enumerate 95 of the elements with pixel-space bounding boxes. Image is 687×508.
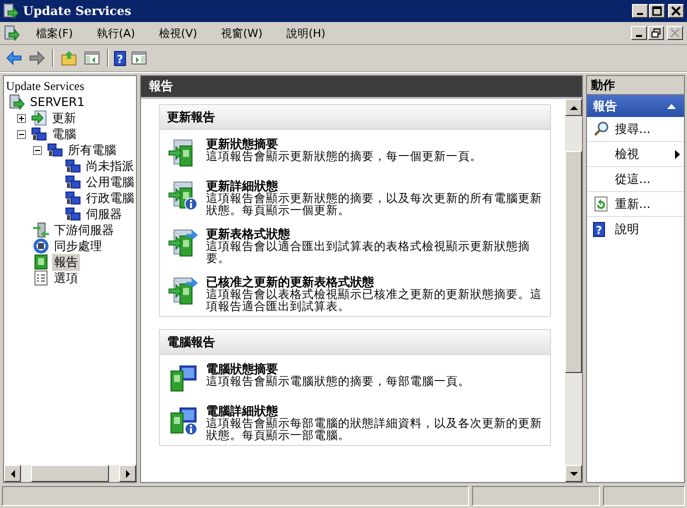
server-icon (9, 94, 25, 110)
tree-item[interactable]: 公用電腦 (84, 174, 136, 190)
help-icon: ? (593, 222, 605, 236)
report-link[interactable]: 更新表格式狀態 (206, 228, 546, 240)
action-item[interactable]: 重新... (587, 192, 684, 217)
close-button[interactable] (668, 4, 684, 18)
search-icon (593, 121, 609, 137)
action-item[interactable]: 從這... (587, 167, 684, 192)
servers-arrows-icon (33, 222, 49, 238)
tree-item[interactable]: SERVER1 (28, 95, 87, 109)
tree-item[interactable]: 報告 (52, 254, 80, 270)
report-link[interactable]: 電腦狀態摘要 (206, 363, 546, 375)
report-link[interactable]: 已核准之更新的更新表格式狀態 (206, 276, 546, 288)
minimize-button[interactable] (631, 26, 647, 40)
expand-icon[interactable] (17, 114, 26, 122)
computers-icon (65, 174, 81, 190)
tree-item[interactable]: 電腦 (50, 126, 78, 142)
tree-item[interactable]: 選項 (52, 270, 80, 286)
report-description: 這項報告會以適合匯出到試算表的表格式檢視顯示更新狀態摘要。 (206, 240, 531, 264)
forward-arrow-icon[interactable] (29, 50, 45, 66)
computers-icon (31, 126, 47, 142)
collapse-icon[interactable] (33, 146, 42, 154)
report-description: 這項報告會顯示電腦狀態的摘要，每部電腦一頁。 (206, 375, 471, 387)
maximize-icon (652, 6, 662, 16)
scroll-up-button[interactable] (565, 99, 582, 116)
right-arrow-icon (124, 470, 130, 478)
menu-item[interactable]: 執行(A) (86, 24, 144, 42)
report-description: 這項報告會顯示更新狀態的摘要，每一個更新一頁。 (206, 150, 483, 162)
tree-item[interactable]: 同步處理 (52, 238, 104, 254)
report-link[interactable]: 更新狀態摘要 (206, 138, 546, 150)
report-page-arrow-icon (168, 228, 198, 258)
pane-icon[interactable] (84, 50, 100, 66)
pane-icon[interactable] (131, 50, 147, 66)
tree-item[interactable]: 更新 (50, 110, 78, 126)
report-page-arrow-icon (168, 276, 198, 306)
menu-item[interactable]: 視窗(W) (211, 24, 271, 42)
computers-icon (65, 206, 81, 222)
refresh-icon (593, 196, 609, 212)
report-link[interactable]: 電腦詳細狀態 (206, 405, 546, 417)
scroll-right-button[interactable] (119, 465, 136, 482)
report-link[interactable]: 更新詳細狀態 (206, 180, 546, 192)
left-arrow-icon (10, 470, 16, 478)
computers-icon (65, 158, 81, 174)
submenu-arrow-icon (675, 150, 680, 158)
computer-book-icon (168, 363, 198, 393)
sync-icon (33, 238, 49, 254)
menu-item[interactable]: 檢視(V) (149, 24, 206, 42)
tree-item[interactable]: 尚未指派 (84, 158, 136, 174)
scroll-down-button[interactable] (565, 465, 582, 482)
close-button[interactable] (667, 26, 683, 40)
scrollbar-thumb[interactable] (565, 151, 582, 373)
section-header: 電腦報告 (160, 330, 550, 355)
report-page-info-icon (168, 180, 198, 210)
scroll-left-button[interactable] (4, 465, 21, 482)
action-item[interactable]: ? 說明 (587, 217, 684, 241)
tree-item[interactable]: 伺服器 (84, 206, 124, 222)
minimize-button[interactable] (632, 4, 648, 18)
section-header: 更新報告 (160, 105, 550, 130)
panel-header: 報告 (141, 76, 582, 99)
report-description: 這項報告會以表格式檢視顯示已核准之更新的更新狀態摘要。這項報告適合匯出到試算表。 (206, 288, 543, 312)
app-icon (4, 25, 20, 41)
minimize-icon (636, 35, 642, 37)
back-arrow-icon[interactable] (6, 50, 22, 66)
down-arrow-icon (570, 470, 578, 476)
actions-header: 動作 (587, 76, 684, 95)
action-item[interactable]: 搜尋... (587, 117, 684, 142)
tree-item[interactable]: 行政電腦 (84, 190, 136, 206)
arrow-page-icon (31, 110, 47, 126)
tree-root-label[interactable]: Update Services (6, 78, 136, 94)
menu-item[interactable]: 說明(H) (276, 24, 334, 42)
action-item[interactable]: 檢視 (587, 142, 684, 167)
minimize-icon (637, 13, 643, 15)
report-description: 這項報告會顯示每部電腦的狀態詳細資料，以及各次更新的更新狀態。每頁顯示一部電腦。 (206, 417, 543, 441)
list-page-icon (33, 270, 49, 286)
window-title: Update Services (23, 4, 132, 18)
restore-icon (651, 28, 661, 38)
menu-item[interactable]: 檔案(F) (26, 24, 81, 42)
tree-item[interactable]: 所有電腦 (66, 142, 118, 158)
computers-icon (47, 142, 63, 158)
up-arrow-icon (570, 104, 578, 110)
app-icon (3, 3, 19, 19)
maximize-button[interactable] (649, 4, 665, 18)
close-icon (671, 6, 681, 16)
restore-button[interactable] (648, 26, 664, 40)
computer-book-info-icon (168, 405, 198, 435)
computers-icon (65, 190, 81, 206)
report-description: 這項報告會顯示更新狀態的摘要，以及每次更新的所有電腦更新狀態。每頁顯示一個更新。 (206, 192, 543, 216)
help-icon[interactable]: ? (114, 50, 126, 66)
scrollbar-thumb[interactable] (31, 465, 109, 482)
report-book-icon (33, 254, 49, 270)
action-group-header[interactable]: 報告 (587, 95, 684, 117)
tree-item[interactable]: 下游伺服器 (52, 222, 116, 238)
group-title: 報告 (593, 98, 617, 114)
collapse-icon[interactable] (17, 130, 26, 138)
close-icon (670, 28, 680, 38)
